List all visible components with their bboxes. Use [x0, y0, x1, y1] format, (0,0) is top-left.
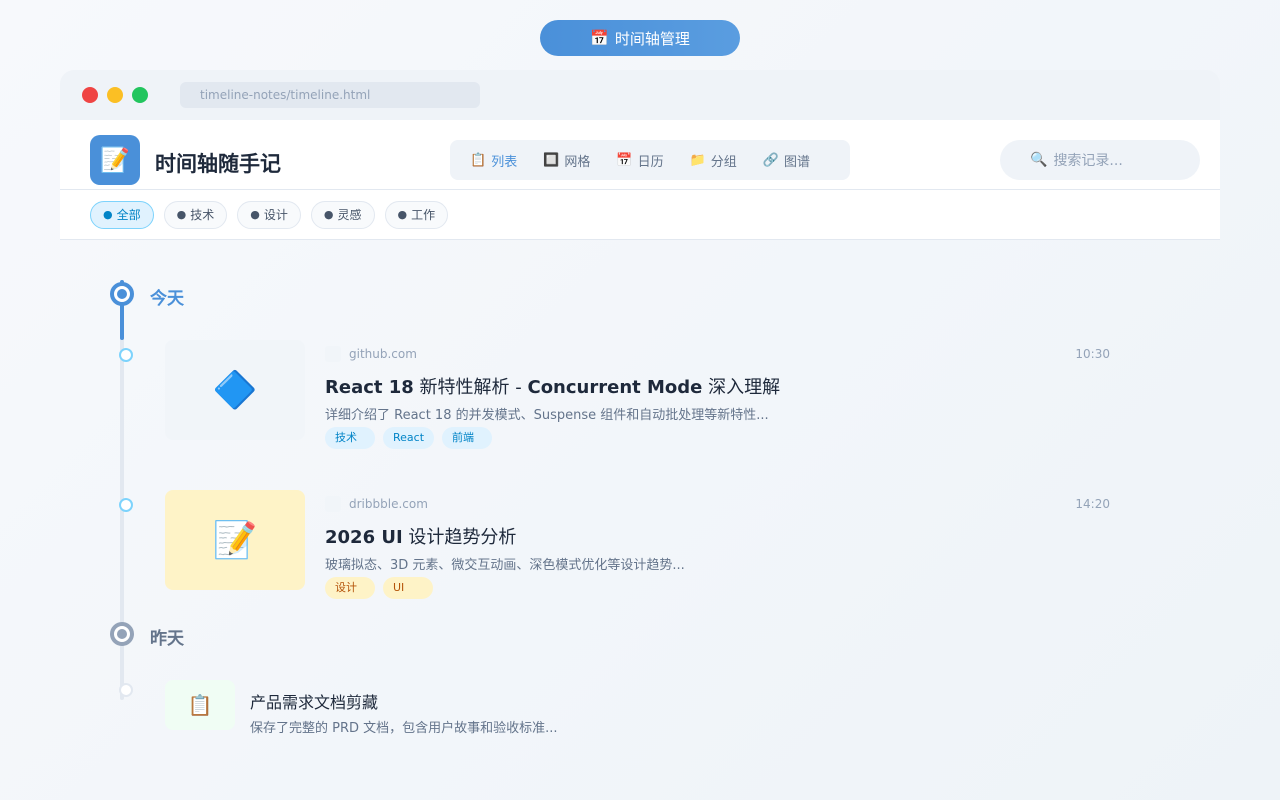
entry-thumbnail[interactable]: 📝: [165, 490, 305, 590]
filter-tech[interactable]: ● 技术: [163, 200, 228, 229]
minimize-window-button[interactable]: [107, 87, 123, 103]
search-placeholder: 搜索记录...: [1053, 153, 1123, 169]
entry-source: dribbble.com: [325, 496, 428, 512]
entry-domain: github.com: [349, 347, 417, 361]
bullet-icon: ●: [250, 208, 260, 221]
search-icon: 🔍: [1030, 152, 1048, 168]
entry-description: 详细介绍了 React 18 的并发模式、Suspense 组件和自动批处理等新…: [325, 408, 769, 423]
entry-node: [119, 348, 133, 362]
filter-label: 灵感: [337, 208, 362, 222]
favicon-icon: [325, 346, 341, 362]
filter-all[interactable]: ● 全部: [90, 200, 154, 229]
maximize-window-button[interactable]: [132, 87, 148, 103]
view-switcher: 📋 列表 🔲 网格 📅 日历 📁 分组 🔗 图谱: [450, 140, 850, 180]
tab-group[interactable]: 📁 分组: [690, 151, 737, 170]
tab-list[interactable]: 📋 列表: [470, 151, 517, 170]
entry-tags: 技术 React 前端: [325, 427, 493, 449]
filter-label: 设计: [263, 208, 288, 222]
day-label-yesterday: 昨天: [150, 629, 184, 649]
entry-node: [119, 683, 133, 697]
app-header: 📝 时间轴随手记 📋 列表 🔲 网格 📅 日历 📁 分组 🔗 图谱 🔍 搜索记录…: [60, 120, 1220, 190]
entry-title[interactable]: 产品需求文档剪藏: [250, 689, 378, 713]
clipboard-icon: 📋: [187, 693, 213, 717]
app-title: 时间轴随手记: [155, 152, 281, 176]
bullet-icon: ●: [397, 208, 408, 221]
entry-tags: 设计 UI: [325, 577, 433, 599]
tab-label: 日历: [637, 154, 664, 170]
filter-inspiration[interactable]: ● 灵感: [310, 200, 375, 229]
entry-thumbnail[interactable]: 🔷: [165, 340, 305, 440]
memo-icon: 📝: [100, 146, 130, 174]
bullet-icon: ●: [176, 208, 187, 221]
browser-chrome: timeline-notes/timeline.html: [60, 70, 1220, 120]
tab-label: 列表: [491, 154, 518, 170]
diamond-icon: 🔷: [212, 370, 258, 411]
app-logo: 📝: [90, 135, 140, 185]
filter-design[interactable]: ● 设计: [237, 200, 301, 229]
timeline-content: 今天 🔷 github.com 10:30 React 18 新特性解析 - C…: [60, 240, 1220, 750]
search-input[interactable]: 🔍 搜索记录...: [1000, 140, 1200, 180]
browser-window: timeline-notes/timeline.html 📝 时间轴随手记 📋 …: [60, 70, 1220, 750]
tab-label: 图谱: [784, 154, 811, 170]
entry-title[interactable]: 2026 UI 设计趋势分析: [325, 523, 516, 549]
calendar-icon: 📅: [590, 29, 609, 47]
page-header-label: 时间轴管理: [614, 29, 690, 48]
entry-description: 保存了完整的 PRD 文档，包含用户故事和验收标准...: [250, 721, 558, 736]
folder-icon: 📁: [689, 152, 706, 168]
filter-label: 全部: [116, 208, 141, 222]
tab-label: 网格: [564, 154, 591, 170]
calendar-icon: 📅: [616, 152, 633, 168]
memo-icon: 📝: [212, 520, 258, 561]
tag[interactable]: 技术: [325, 427, 375, 449]
day-label-today: 今天: [150, 289, 184, 309]
entry-thumbnail[interactable]: 📋: [165, 680, 235, 730]
tag[interactable]: UI: [383, 577, 433, 599]
entry-source: github.com: [325, 346, 417, 362]
day-node-yesterday: [110, 622, 134, 646]
tab-grid[interactable]: 🔲 网格: [543, 151, 590, 170]
link-icon: 🔗: [762, 152, 779, 168]
filter-label: 工作: [411, 208, 436, 222]
bullet-icon: ●: [323, 208, 334, 221]
grid-icon: 🔲: [543, 152, 560, 168]
tag[interactable]: React: [383, 427, 435, 449]
tag[interactable]: 前端: [442, 427, 493, 449]
entry-time: 14:20: [1075, 497, 1110, 511]
category-filter-bar: ● 全部 ● 技术 ● 设计 ● 灵感 ● 工作: [60, 190, 1220, 240]
entry-domain: dribbble.com: [349, 497, 428, 511]
tab-label: 分组: [710, 154, 737, 170]
filter-label: 技术: [190, 208, 215, 222]
favicon-icon: [325, 496, 341, 512]
tag[interactable]: 设计: [325, 577, 375, 599]
clipboard-icon: 📋: [470, 152, 487, 168]
entry-node: [119, 498, 133, 512]
entry-time: 10:30: [1075, 347, 1110, 361]
day-node-today: [110, 282, 134, 306]
page-header-pill: 📅 时间轴管理: [540, 20, 740, 56]
close-window-button[interactable]: [82, 87, 98, 103]
entry-description: 玻璃拟态、3D 元素、微交互动画、深色模式优化等设计趋势...: [325, 558, 685, 573]
filter-work[interactable]: ● 工作: [384, 200, 449, 229]
address-bar[interactable]: timeline-notes/timeline.html: [180, 82, 480, 108]
entry-title[interactable]: React 18 新特性解析 - Concurrent Mode 深入理解: [325, 373, 780, 399]
tab-graph[interactable]: 🔗 图谱: [763, 151, 810, 170]
bullet-icon: ●: [103, 208, 113, 221]
tab-calendar[interactable]: 📅 日历: [616, 151, 663, 170]
